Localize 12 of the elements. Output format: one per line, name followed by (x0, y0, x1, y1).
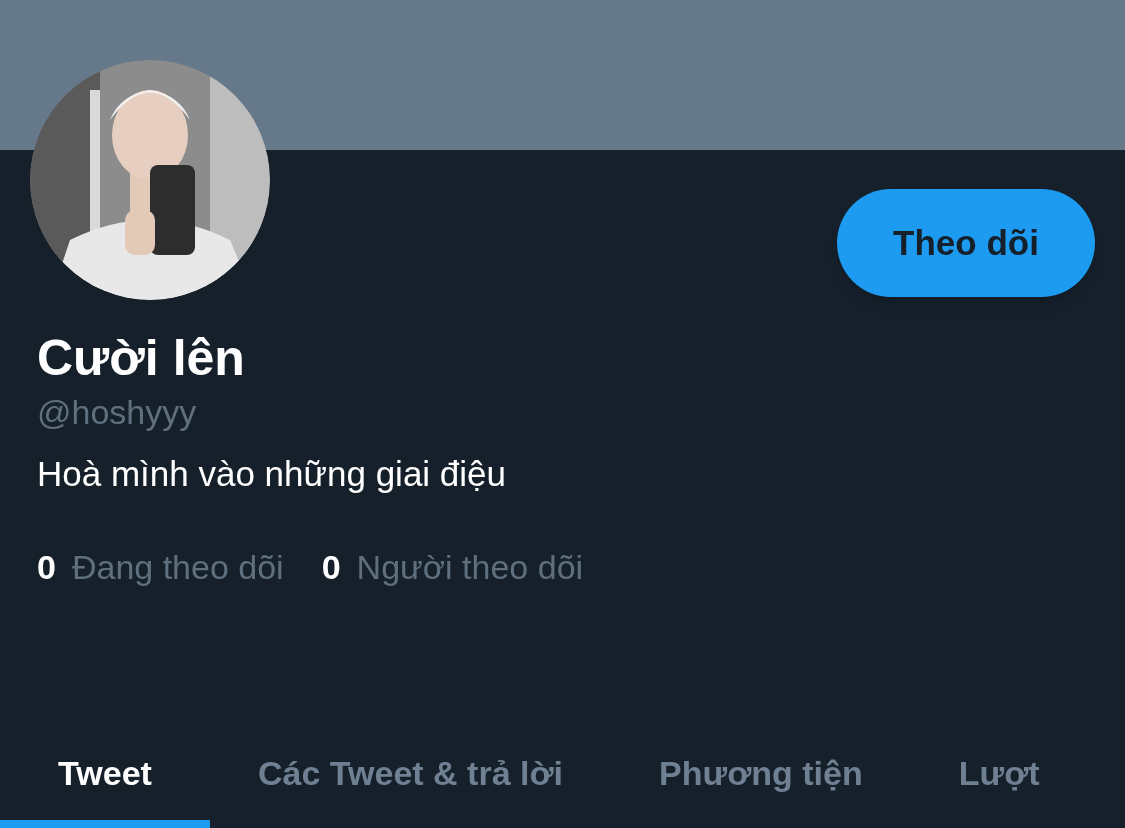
profile-name: Cười lên (37, 329, 246, 388)
stat-count: 0 (321, 547, 341, 588)
follow-button[interactable]: Theo dõi (837, 189, 1095, 297)
stat-count: 0 (37, 547, 56, 588)
profile-tab[interactable]: Phương tiện (611, 718, 911, 828)
profile-bio: Hoà mình vào những giai điệu (37, 453, 507, 495)
profile-tab[interactable]: Lượt (910, 718, 1088, 828)
profile-handle: @hoshyyy (37, 392, 198, 433)
stat-label: Đang theo dõi (71, 547, 284, 588)
stat-label: Người theo dõi (356, 547, 584, 588)
profile-tab[interactable]: Tweet (0, 718, 210, 828)
profile-tab[interactable]: Các Tweet & trả lời (210, 718, 612, 828)
